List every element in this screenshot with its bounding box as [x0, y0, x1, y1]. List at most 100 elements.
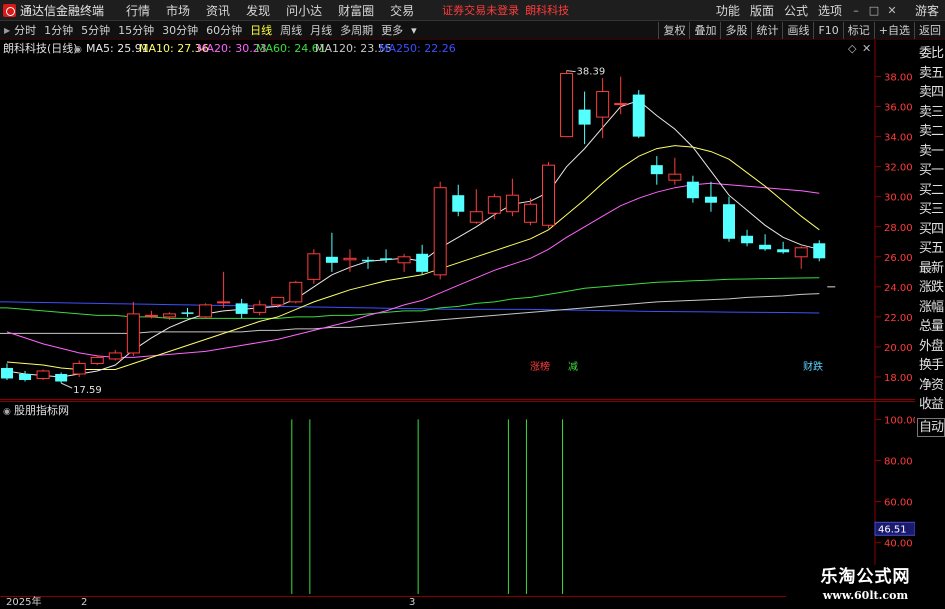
event-marker-reduce[interactable]: 减	[568, 361, 578, 373]
candle[interactable]	[199, 303, 213, 319]
menu-wealth-circle[interactable]: 财富圈	[330, 2, 382, 19]
candle-body	[181, 312, 194, 314]
period-weekly[interactable]: 周线	[276, 22, 306, 38]
indicator-settings-icon[interactable]: ◉	[3, 407, 11, 417]
period-60min[interactable]: 60分钟	[202, 22, 246, 38]
candle-body	[723, 204, 735, 239]
candle-body	[362, 259, 374, 262]
candle[interactable]	[813, 240, 826, 262]
sidebar-item-turnover[interactable]: 换手	[917, 356, 945, 376]
candle-body	[777, 249, 790, 253]
close-icon[interactable]: ✕	[883, 4, 901, 17]
sidebar-item-ask4[interactable]: 卖四	[917, 83, 945, 103]
candle-body	[596, 91, 610, 118]
period-more[interactable]: 更多	[377, 22, 407, 38]
auto-button[interactable]: 自动	[917, 417, 945, 437]
candle-body	[253, 304, 267, 313]
indicator-tick-label: 60.00	[884, 498, 913, 509]
candle[interactable]	[90, 355, 104, 365]
menu-options[interactable]: 选项	[813, 2, 847, 19]
app-logo-icon	[3, 3, 16, 17]
settings-circle-icon[interactable]: ◉	[74, 45, 82, 55]
sidebar-item-bid3[interactable]: 买三	[917, 200, 945, 220]
candle-body	[36, 370, 50, 379]
candle[interactable]	[542, 162, 555, 229]
candle-body	[380, 258, 393, 260]
menu-news[interactable]: 资讯	[198, 2, 238, 19]
tool-mark[interactable]: 标记	[842, 21, 874, 39]
period-5min[interactable]: 5分钟	[77, 22, 114, 38]
candle-body	[343, 257, 357, 261]
sidebar-item-bid5[interactable]: 买五	[917, 239, 945, 259]
event-marker-up-list[interactable]: 涨榜	[530, 360, 550, 373]
candle[interactable]	[289, 280, 303, 304]
price-tick-label: 22.00	[884, 313, 913, 324]
sidebar-item-net-assets[interactable]: 净资	[917, 376, 945, 396]
candle[interactable]	[307, 249, 321, 284]
sidebar-item-change[interactable]: 涨跌	[917, 278, 945, 298]
tool-f10[interactable]: F10	[813, 21, 842, 39]
sidebar-item-ask5[interactable]: 卖五	[917, 64, 945, 84]
sidebar-item-change-pct[interactable]: 涨幅	[917, 298, 945, 318]
price-tick-label: 20.00	[884, 343, 913, 354]
tool-multi-stock[interactable]: 多股	[720, 21, 751, 39]
tool-statistics[interactable]: 统计	[751, 21, 782, 39]
sidebar-item-ask3[interactable]: 卖三	[917, 103, 945, 123]
sidebar-item-last[interactable]: 最新	[917, 259, 945, 279]
candle-body	[1, 367, 13, 379]
sidebar-item-bid-ratio[interactable]: 委比	[917, 44, 945, 64]
menu-market[interactable]: 市场	[158, 2, 198, 19]
candle[interactable]	[560, 70, 574, 138]
menu-formula[interactable]: 公式	[779, 2, 813, 19]
collapse-icon[interactable]: ◇	[848, 42, 857, 55]
period-30min[interactable]: 30分钟	[158, 22, 202, 38]
chevron-down-icon[interactable]: ▾	[407, 24, 421, 37]
sidebar-item-ask2[interactable]: 卖二	[917, 122, 945, 142]
trade-login-status[interactable]: 证券交易未登录	[442, 2, 519, 18]
sidebar-item-earnings[interactable]: 收益	[917, 395, 945, 415]
candle[interactable]	[433, 181, 447, 280]
watermark: 乐淘公式网 www.60lt.com	[786, 565, 945, 609]
period-1min[interactable]: 1分钟	[40, 22, 77, 38]
candle[interactable]	[632, 90, 645, 139]
menu-discover[interactable]: 发现	[238, 2, 278, 19]
maximize-icon[interactable]: □	[865, 4, 883, 17]
close-chart-icon[interactable]: ✕	[862, 42, 871, 55]
menu-trade[interactable]: 交易	[382, 2, 422, 19]
period-intraday[interactable]: 分时	[10, 22, 40, 38]
tool-add-watchlist[interactable]: +自选	[873, 21, 914, 39]
tool-draw-line[interactable]: 画线	[782, 21, 813, 39]
price-tick-label: 34.00	[884, 133, 913, 144]
sidebar-item-outer-volume[interactable]: 外盘	[917, 337, 945, 357]
candle-body	[72, 362, 86, 375]
menu-functions[interactable]: 功能	[711, 2, 745, 19]
menu-layout[interactable]: 版面	[745, 2, 779, 19]
date-label-feb: 2	[81, 597, 88, 608]
kline-chart[interactable]: 朗科科技(日线) ◉ MA5: 25.91 MA10: 27.36 MA20: …	[0, 40, 915, 400]
event-marker-finance[interactable]: 财跌	[803, 360, 823, 373]
guest-button[interactable]: 游客	[915, 2, 939, 19]
period-15min[interactable]: 15分钟	[114, 22, 158, 38]
period-multi[interactable]: 多周期	[336, 22, 377, 38]
quote-sidebar: 委比 卖五 卖四 卖三 卖二 卖一 买一 买二 买三 买四 买五 最新 涨跌 涨…	[917, 44, 945, 437]
sidebar-item-bid4[interactable]: 买四	[917, 220, 945, 240]
sidebar-item-bid1[interactable]: 买一	[917, 161, 945, 181]
candle-body	[452, 195, 465, 212]
tool-back[interactable]: 返回	[914, 21, 945, 39]
sidebar-item-volume[interactable]: 总量	[917, 317, 945, 337]
minimize-icon[interactable]: –	[847, 4, 865, 17]
indicator-title: 股朋指标网	[14, 403, 69, 417]
indicator-tick-label: 80.00	[884, 457, 913, 468]
sidebar-item-ask1[interactable]: 卖一	[917, 142, 945, 162]
candle-body	[469, 211, 483, 223]
period-daily[interactable]: 日线	[246, 22, 276, 38]
tool-overlay[interactable]: 叠加	[689, 21, 720, 39]
tool-adjust-price[interactable]: 复权	[658, 21, 689, 39]
candle[interactable]	[36, 369, 50, 380]
indicator-chart[interactable]: ◉ 股朋指标网 100.0080.0060.0040.0020.00 46.51	[0, 401, 915, 594]
low-price-label: 17.59	[73, 385, 102, 396]
menu-quotes[interactable]: 行情	[118, 2, 158, 19]
period-monthly[interactable]: 月线	[306, 22, 336, 38]
menu-ask-xiaoda[interactable]: 问小达	[278, 2, 330, 19]
sidebar-item-bid2[interactable]: 买二	[917, 181, 945, 201]
